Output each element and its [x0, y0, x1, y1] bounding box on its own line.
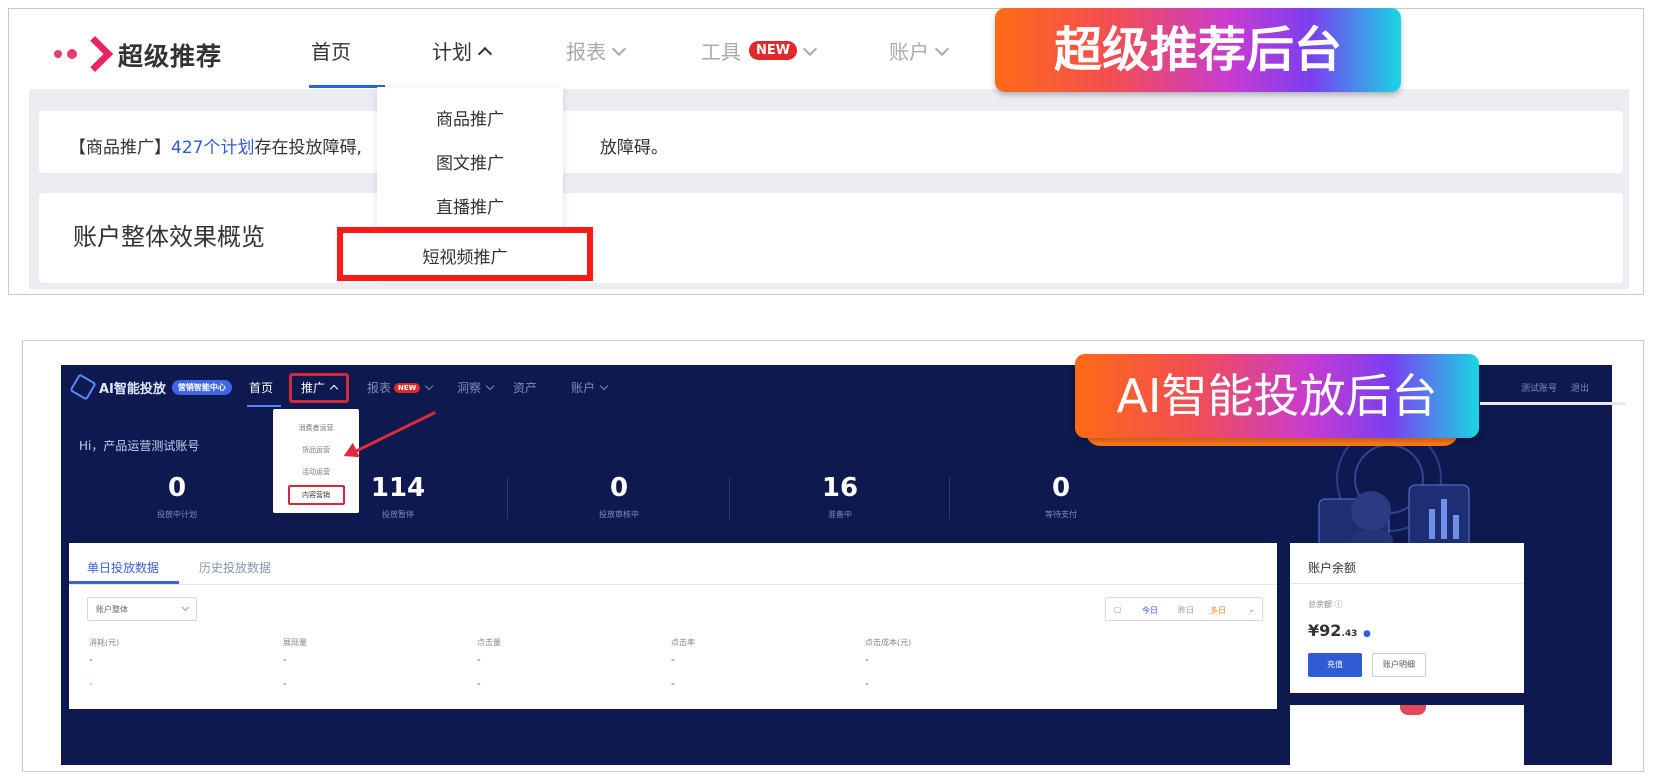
- nav-report[interactable]: 报表: [566, 36, 627, 65]
- brand-mark-icon: [54, 35, 114, 75]
- date-multi[interactable]: 多日: [1210, 605, 1226, 616]
- brand-logo[interactable]: 超级推荐: [54, 35, 222, 75]
- stat-delivering[interactable]: 0 投放中计划: [67, 473, 287, 520]
- content-marketing-highlight: [288, 485, 345, 505]
- menu-item-graphic[interactable]: 图文推广: [377, 149, 563, 174]
- col-cpc: 点击成本(元): [865, 638, 912, 647]
- menu-item-goods[interactable]: 商品推广: [377, 105, 563, 130]
- nav-tools[interactable]: 工具 NEW: [701, 36, 818, 65]
- balance-amount: ¥92.43 ●: [1308, 621, 1371, 640]
- logout-link[interactable]: 退出: [1571, 381, 1589, 394]
- table-cell: -: [671, 655, 675, 666]
- brand-name: 超级推荐: [118, 42, 223, 71]
- table-cell: -: [89, 655, 93, 666]
- date-range-picker[interactable]: ▢ 今日 昨日 多日 ⌄: [1105, 597, 1263, 621]
- chevron-down-icon: [425, 381, 434, 391]
- chevron-down-icon: [803, 41, 818, 56]
- tab-daily-data[interactable]: 单日投放数据: [87, 559, 159, 576]
- nav-home[interactable]: 首页: [311, 36, 351, 65]
- new-badge: NEW: [749, 41, 798, 60]
- pointer-arrow: [348, 411, 436, 456]
- account-detail-button[interactable]: 账户明细: [1372, 653, 1426, 677]
- secondary-card: [1290, 705, 1524, 765]
- info-icon: ⓘ: [1334, 600, 1343, 609]
- col-impressions: 展现量: [283, 638, 307, 647]
- account-balance-card: 账户余额 总余额 ⓘ ¥92.43 ● 充值 账户明细: [1290, 543, 1524, 693]
- table-cell: -: [865, 679, 869, 690]
- table-cell: -: [283, 655, 287, 666]
- nav2-insight[interactable]: 洞察: [457, 379, 495, 396]
- divider-line: [1480, 402, 1626, 405]
- chevron-down-icon: [611, 41, 627, 56]
- stat-reviewing[interactable]: 0 投放审核中: [509, 473, 729, 520]
- nav2-account[interactable]: 账户: [571, 379, 609, 396]
- nav2-report[interactable]: 报表 NEW: [367, 379, 434, 396]
- new-badge: NEW: [394, 382, 421, 393]
- test-account-link[interactable]: 测试账号: [1521, 381, 1557, 394]
- stat-awaiting-payment[interactable]: 0 等待支付: [951, 473, 1171, 520]
- nav-account[interactable]: 账户: [889, 36, 950, 65]
- chevron-down-icon: [599, 381, 609, 391]
- nav2-home[interactable]: 首页: [249, 379, 273, 396]
- content-area: 【商品推广】427个计划存在投放障碍, 放障碍。 账户整体效果概览: [29, 89, 1629, 289]
- nav2-assets[interactable]: 资产: [513, 379, 537, 396]
- chevron-down-icon: ⌄: [1248, 605, 1255, 614]
- menu-item-short-video[interactable]: 短视频推广: [337, 227, 593, 281]
- calendar-icon: ▢: [1114, 605, 1122, 614]
- chevron-up-icon: [477, 46, 493, 61]
- plan-count-link[interactable]: 427个计划: [171, 138, 254, 158]
- nav2-home-underline: [247, 405, 281, 407]
- nav2-promote-highlight: [289, 373, 349, 403]
- table-cell: -: [865, 655, 869, 666]
- date-today[interactable]: 今日: [1142, 605, 1158, 616]
- chevron-down-icon: [181, 603, 190, 612]
- obstacle-alert: 【商品推广】427个计划存在投放障碍, 放障碍。: [39, 111, 1623, 173]
- table-cell: -: [477, 679, 481, 690]
- table-cell: -: [89, 679, 93, 690]
- stat-divider: [949, 477, 950, 519]
- tab-history-data[interactable]: 历史投放数据: [199, 559, 271, 576]
- ai-brand-logo[interactable]: AI智能投放 营销智能中心: [69, 373, 232, 401]
- menu-item-live[interactable]: 直播推广: [377, 193, 563, 218]
- dot-icon: ●: [1362, 629, 1371, 639]
- col-cost: 消耗(元): [89, 638, 120, 647]
- recharge-button[interactable]: 充值: [1308, 653, 1362, 677]
- super-recommend-banner: 超级推荐后台: [995, 8, 1401, 92]
- chevron-down-icon: [485, 381, 495, 391]
- table-cell: -: [671, 679, 675, 690]
- table-cell: -: [477, 655, 481, 666]
- menu-item-consumer-ops[interactable]: 消费者运营: [273, 423, 359, 433]
- nav-home-underline: [309, 85, 385, 88]
- balance-card-title: 账户余额: [1308, 561, 1357, 575]
- scope-select[interactable]: 账户整体: [87, 597, 197, 621]
- card-badge: [1400, 705, 1426, 715]
- stat-divider: [507, 477, 508, 519]
- nav-plan[interactable]: 计划: [432, 36, 493, 65]
- menu-item-activity-ops[interactable]: 活动运营: [273, 467, 359, 477]
- col-ctr: 点击率: [671, 638, 695, 647]
- ai-delivery-banner: AI智能投放后台: [1075, 354, 1479, 438]
- total-balance-label: 总余额 ⓘ: [1308, 600, 1343, 609]
- col-clicks: 点击量: [477, 638, 501, 647]
- brand-pill: 营销智能中心: [171, 379, 232, 395]
- greeting-text: Hi，产品运营测试账号: [79, 439, 200, 453]
- delivery-data-card: 单日投放数据 历史投放数据 账户整体 ▢ 今日 昨日 多日 ⌄ 消耗(元) 展现…: [69, 543, 1277, 709]
- date-yesterday[interactable]: 昨日: [1178, 605, 1194, 616]
- hexagon-logo-icon: [69, 373, 97, 401]
- account-overview-title: 账户整体效果概览: [39, 193, 1623, 283]
- table-cell: -: [283, 679, 287, 690]
- stat-preparing[interactable]: 16 准备中: [730, 473, 950, 520]
- chevron-down-icon: [934, 41, 950, 56]
